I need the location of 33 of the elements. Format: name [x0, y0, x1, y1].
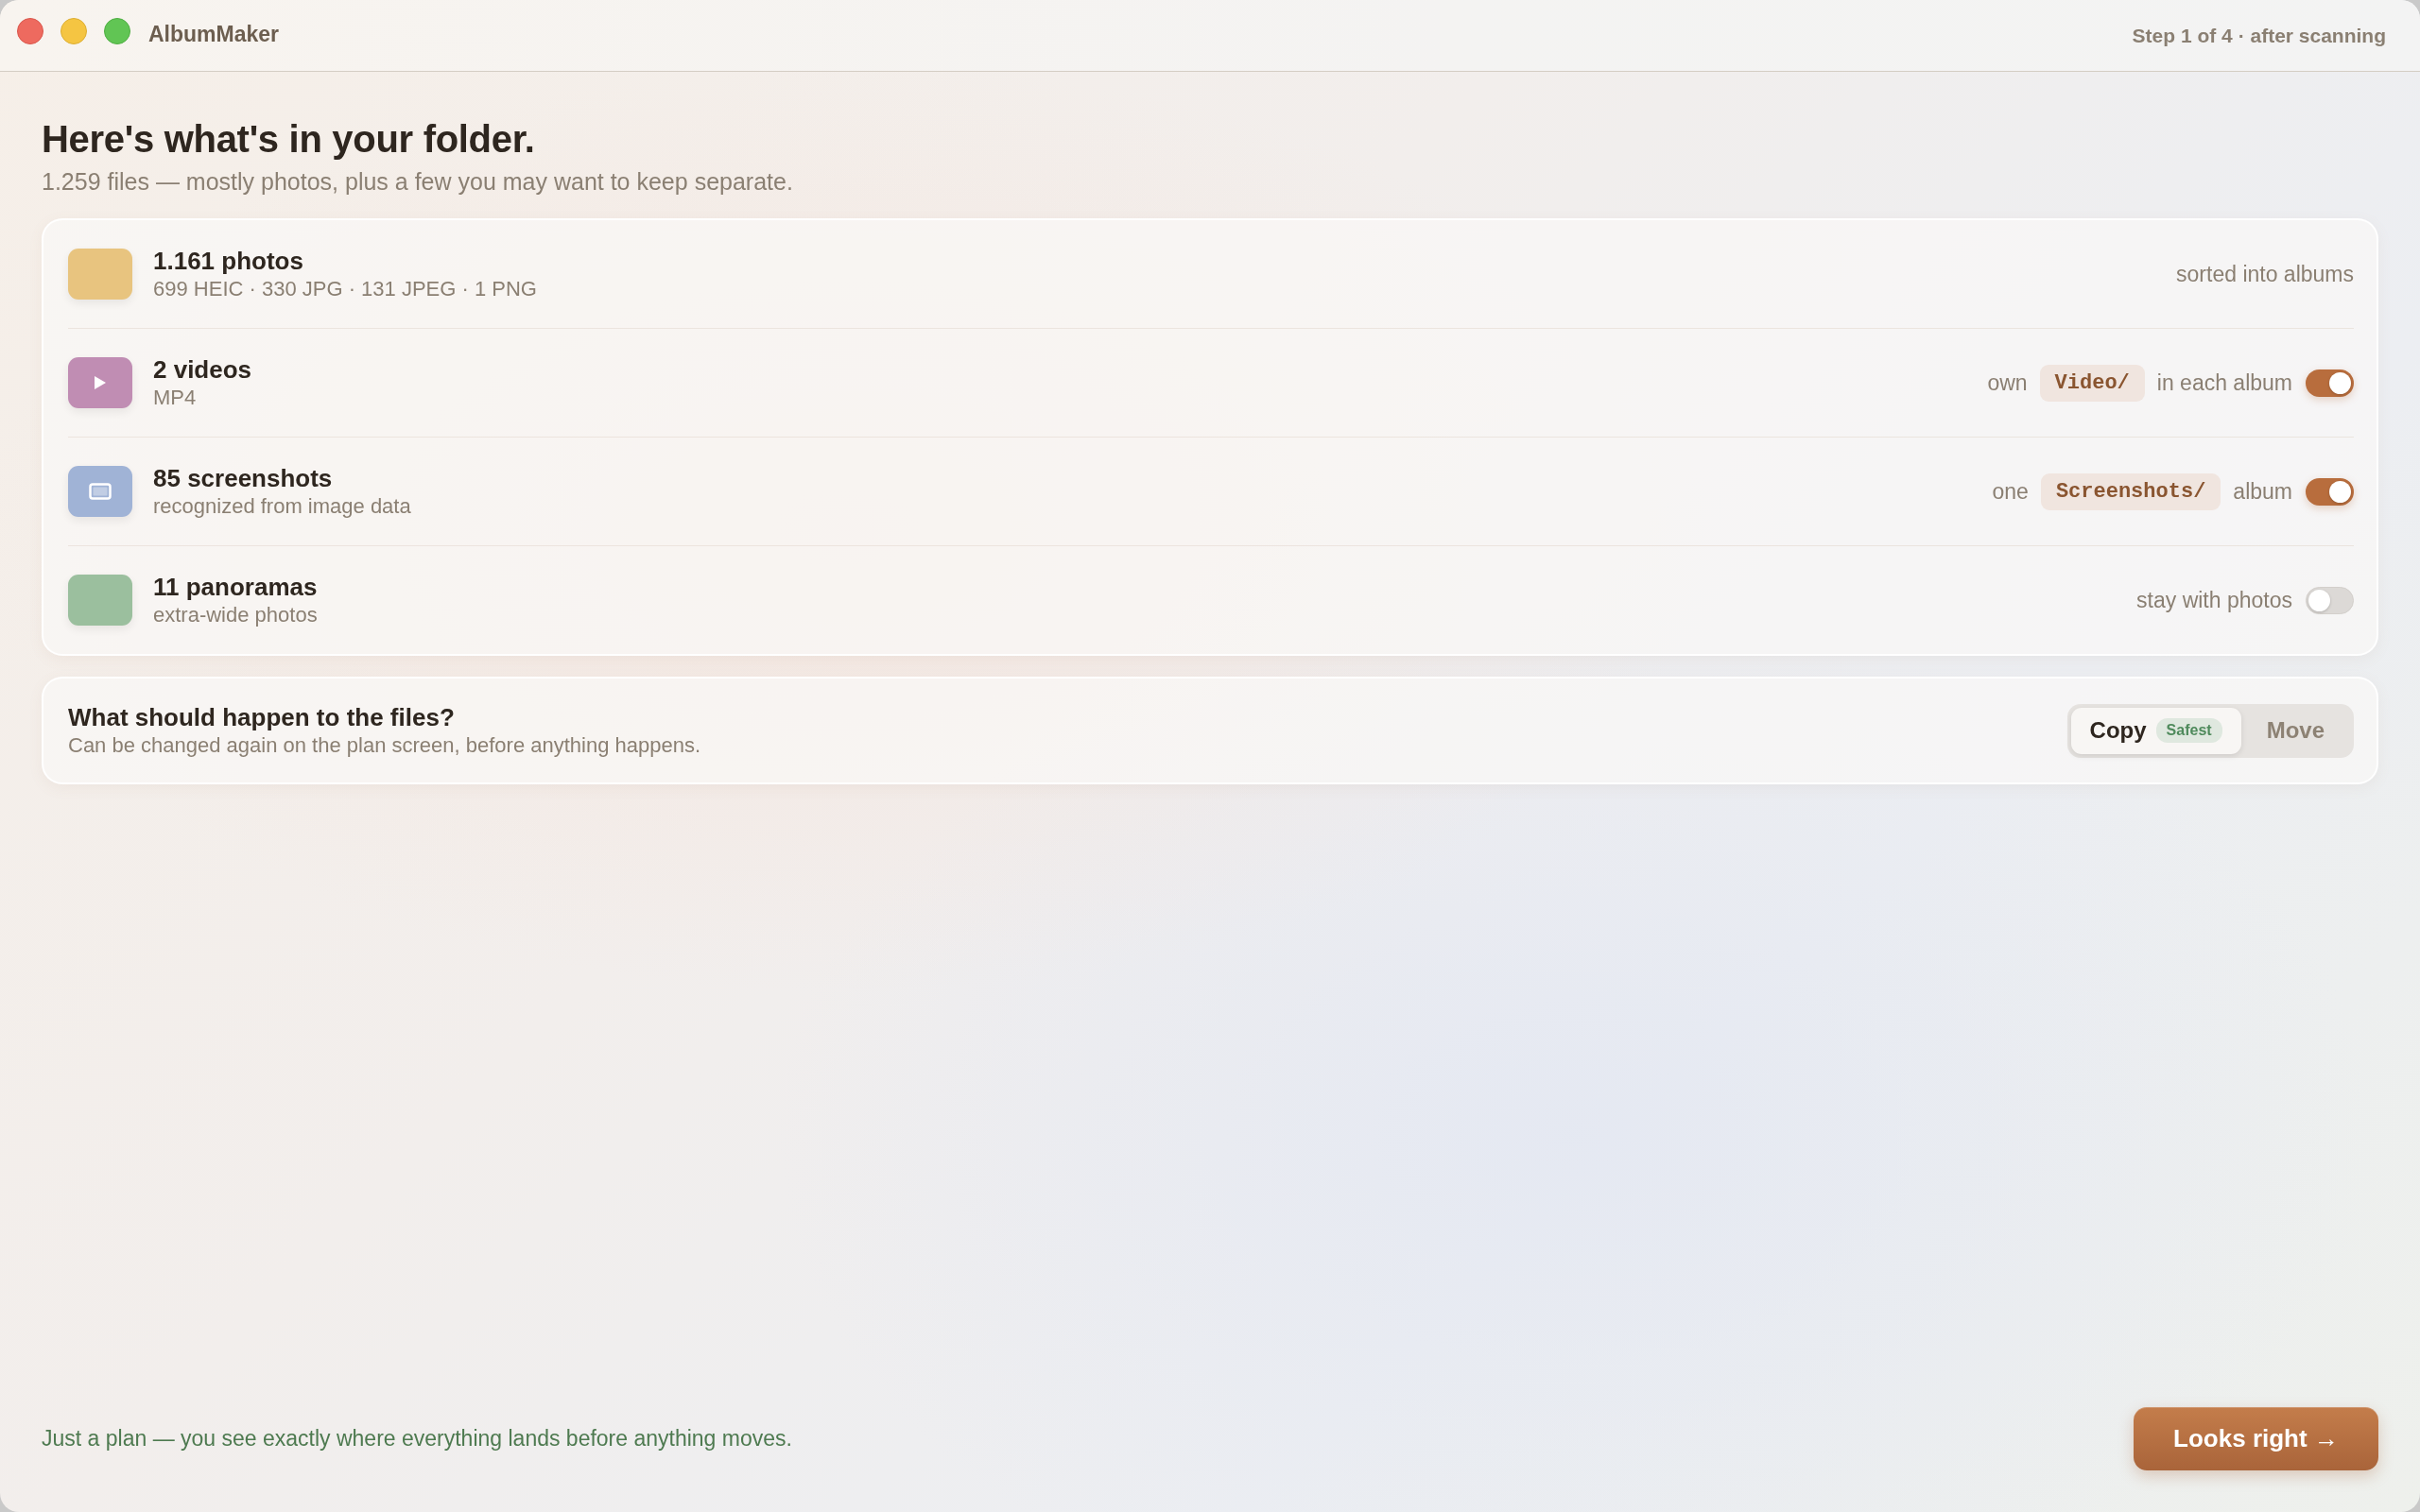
category-title: 1.161 photos: [153, 247, 304, 276]
option-text: in each album: [2156, 369, 2292, 396]
toggle-switch[interactable]: [2306, 369, 2354, 397]
pill-badge: Safest: [2155, 718, 2222, 743]
folder-chip: Screenshots/: [2040, 472, 2221, 510]
minimize-button[interactable]: [60, 17, 87, 44]
option-text: own: [1987, 369, 2028, 396]
segment-button[interactable]: Move: [2240, 707, 2350, 754]
category-detail: extra-wide photos: [153, 602, 318, 627]
page-heading: Here's what's in your folder.: [42, 117, 536, 162]
option-text: one: [1992, 478, 2029, 505]
continue-button[interactable]: Looks right →: [2134, 1407, 2378, 1470]
category-title: 85 screenshots: [153, 464, 334, 493]
option-text: stay with photos: [2136, 587, 2292, 613]
window-title: AlbumMaker: [148, 22, 280, 47]
category-detail: MP4: [153, 385, 198, 410]
step-indicator: Step 1 of 4 · after scanning: [2132, 24, 2386, 47]
option-text: album: [2233, 478, 2292, 505]
section-title: What should happen to the files?: [68, 703, 456, 732]
category-title: 11 panoramas: [153, 573, 318, 602]
footer-note: Just a plan — you see exactly where everything lands before anything moves.: [42, 1426, 792, 1452]
zoom-button[interactable]: [104, 17, 130, 44]
option-text: sorted into albums: [2176, 261, 2354, 287]
toggle-switch[interactable]: [2306, 586, 2354, 614]
category-title: 2 videos: [153, 355, 252, 385]
folder-chip: Video/: [2039, 364, 2145, 402]
category-detail: 699 HEIC · 330 JPG · 131 JPEG · 1 PNG: [153, 276, 537, 301]
page-subtitle: 1.259 files — mostly photos, plus a few you may want to keep separate.: [42, 167, 794, 196]
segment-button[interactable]: Copy Safest: [2070, 707, 2241, 754]
category-detail: recognized from image data: [153, 493, 411, 519]
close-button[interactable]: [17, 17, 43, 44]
toggle-switch[interactable]: [2306, 477, 2354, 506]
section-subtitle: Can be changed again on the plan screen, before anything happens.: [68, 732, 701, 758]
